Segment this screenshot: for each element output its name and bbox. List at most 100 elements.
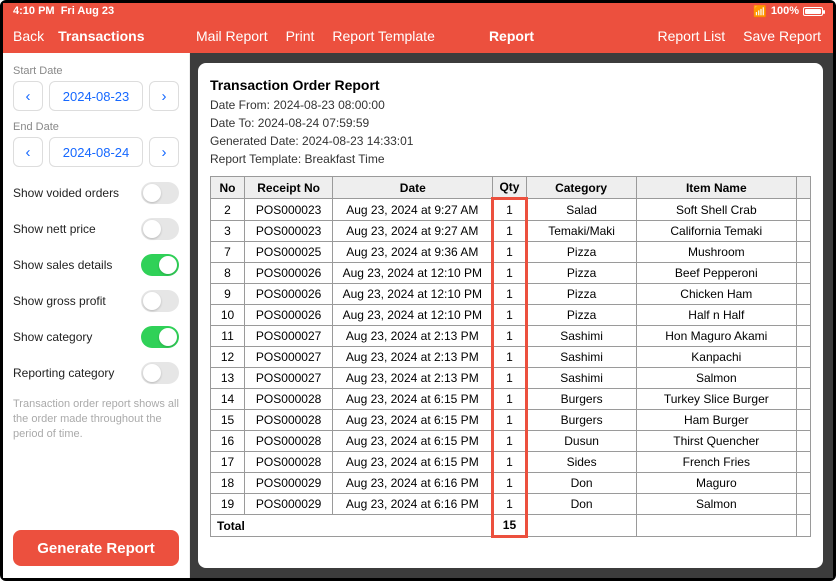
end-date-picker[interactable]: 2024-08-24	[49, 137, 143, 167]
report-template-button[interactable]: Report Template	[332, 28, 434, 44]
cell-no: 16	[211, 431, 245, 452]
cell-category: Pizza	[526, 263, 636, 284]
toggle-label-gross: Show gross profit	[13, 294, 106, 308]
report-title: Transaction Order Report	[210, 77, 811, 93]
cell-date: Aug 23, 2024 at 2:13 PM	[333, 326, 493, 347]
cell-qty: 1	[493, 305, 526, 326]
cell-qty: 1	[493, 347, 526, 368]
cell-receipt: POS000028	[245, 410, 333, 431]
col-qty: Qty	[493, 177, 526, 199]
report-date-to: Date To: 2024-08-24 07:59:59	[210, 114, 811, 132]
cell-no: 8	[211, 263, 245, 284]
cell-date: Aug 23, 2024 at 2:13 PM	[333, 347, 493, 368]
cell-receipt: POS000027	[245, 347, 333, 368]
cell-item: Chicken Ham	[636, 284, 796, 305]
col-category: Category	[526, 177, 636, 199]
cell-no: 3	[211, 221, 245, 242]
cell-date: Aug 23, 2024 at 6:15 PM	[333, 431, 493, 452]
cell-qty: 1	[493, 263, 526, 284]
cell-extra	[796, 494, 810, 515]
cell-date: Aug 23, 2024 at 12:10 PM	[333, 305, 493, 326]
cell-item: Turkey Slice Burger	[636, 389, 796, 410]
cell-no: 2	[211, 199, 245, 221]
table-row: 14POS000028Aug 23, 2024 at 6:15 PM1Burge…	[211, 389, 811, 410]
cell-receipt: POS000023	[245, 221, 333, 242]
cell-no: 17	[211, 452, 245, 473]
start-date-next[interactable]: ›	[149, 81, 179, 111]
report-table: No Receipt No Date Qty Category Item Nam…	[210, 176, 811, 538]
cell-no: 11	[211, 326, 245, 347]
cell-category: Temaki/Maki	[526, 221, 636, 242]
cell-item: Half n Half	[636, 305, 796, 326]
report-list-button[interactable]: Report List	[657, 28, 725, 44]
cell-qty: 1	[493, 410, 526, 431]
cell-category: Sides	[526, 452, 636, 473]
table-total-row: Total15	[211, 515, 811, 537]
save-report-button[interactable]: Save Report	[743, 28, 821, 44]
status-time: 4:10 PM	[13, 5, 55, 17]
cell-no: 14	[211, 389, 245, 410]
wifi-icon: 📶	[753, 5, 767, 18]
cell-no: 7	[211, 242, 245, 263]
sidebar: Start Date ‹ 2024-08-23 › End Date ‹ 202…	[3, 53, 190, 578]
toggle-category[interactable]	[141, 326, 179, 348]
cell-date: Aug 23, 2024 at 9:27 AM	[333, 221, 493, 242]
cell-date: Aug 23, 2024 at 6:15 PM	[333, 452, 493, 473]
battery-pct: 100%	[771, 5, 799, 17]
table-row: 3POS000023Aug 23, 2024 at 9:27 AM1Temaki…	[211, 221, 811, 242]
cell-no: 10	[211, 305, 245, 326]
page-title: Transactions	[58, 28, 144, 44]
cell-category: Burgers	[526, 389, 636, 410]
table-row: 19POS000029Aug 23, 2024 at 6:16 PM1DonSa…	[211, 494, 811, 515]
cell-extra	[796, 347, 810, 368]
cell-receipt: POS000025	[245, 242, 333, 263]
print-button[interactable]: Print	[286, 28, 315, 44]
toggle-repcat[interactable]	[141, 362, 179, 384]
chevron-left-icon: ‹	[26, 144, 31, 161]
navbar-center-title: Report	[489, 28, 534, 44]
generate-report-button[interactable]: Generate Report	[13, 530, 179, 566]
report-date-from: Date From: 2024-08-23 08:00:00	[210, 96, 811, 114]
table-row: 2POS000023Aug 23, 2024 at 9:27 AM1SaladS…	[211, 199, 811, 221]
cell-no: 12	[211, 347, 245, 368]
end-date-next[interactable]: ›	[149, 137, 179, 167]
mail-report-button[interactable]: Mail Report	[196, 28, 268, 44]
cell-category: Sashimi	[526, 368, 636, 389]
cell-item: Thirst Quencher	[636, 431, 796, 452]
navbar: Back Transactions Mail Report Print Repo…	[3, 19, 833, 53]
toggle-nett[interactable]	[141, 218, 179, 240]
cell-extra	[796, 326, 810, 347]
toggle-sales[interactable]	[141, 254, 179, 276]
toggle-label-sales: Show sales details	[13, 258, 112, 272]
table-row: 15POS000028Aug 23, 2024 at 6:15 PM1Burge…	[211, 410, 811, 431]
cell-extra	[796, 368, 810, 389]
cell-no: 19	[211, 494, 245, 515]
cell-receipt: POS000028	[245, 452, 333, 473]
end-date-prev[interactable]: ‹	[13, 137, 43, 167]
col-extra	[796, 177, 810, 199]
table-row: 18POS000029Aug 23, 2024 at 6:16 PM1DonMa…	[211, 473, 811, 494]
cell-date: Aug 23, 2024 at 6:15 PM	[333, 410, 493, 431]
toggle-voided[interactable]	[141, 182, 179, 204]
cell-category: Don	[526, 473, 636, 494]
cell-qty: 1	[493, 473, 526, 494]
chevron-left-icon: ‹	[26, 88, 31, 105]
cell-qty: 1	[493, 221, 526, 242]
cell-extra	[796, 473, 810, 494]
back-button[interactable]: Back	[13, 28, 44, 44]
start-date-picker[interactable]: 2024-08-23	[49, 81, 143, 111]
report-card[interactable]: Transaction Order Report Date From: 2024…	[198, 63, 823, 568]
cell-receipt: POS000029	[245, 494, 333, 515]
cell-date: Aug 23, 2024 at 6:16 PM	[333, 494, 493, 515]
cell-date: Aug 23, 2024 at 2:13 PM	[333, 368, 493, 389]
cell-qty: 1	[493, 494, 526, 515]
cell-category: Pizza	[526, 284, 636, 305]
col-item: Item Name	[636, 177, 796, 199]
toggle-gross[interactable]	[141, 290, 179, 312]
cell-item: California Temaki	[636, 221, 796, 242]
cell-no: 18	[211, 473, 245, 494]
start-date-prev[interactable]: ‹	[13, 81, 43, 111]
cell-item: Mushroom	[636, 242, 796, 263]
report-template: Report Template: Breakfast Time	[210, 150, 811, 168]
cell-qty: 1	[493, 242, 526, 263]
